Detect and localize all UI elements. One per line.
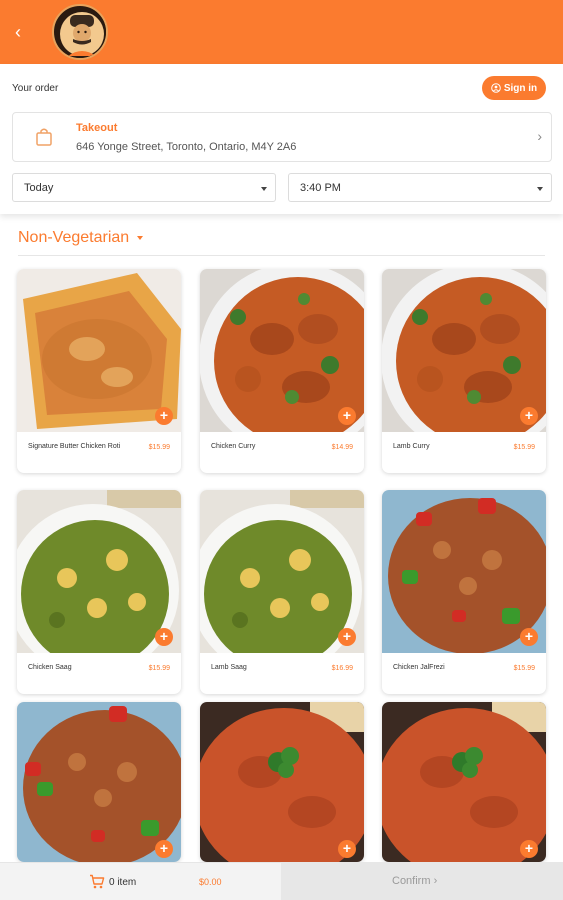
add-icon[interactable]: + bbox=[338, 840, 356, 858]
cart-total: $0.00 bbox=[199, 877, 222, 887]
food-image[interactable] bbox=[17, 490, 181, 653]
chevron-right-icon: › bbox=[433, 875, 438, 887]
food-image[interactable] bbox=[200, 269, 364, 432]
add-icon[interactable]: + bbox=[155, 840, 173, 858]
food-image[interactable] bbox=[382, 490, 546, 653]
caret-down-icon bbox=[537, 187, 543, 191]
add-icon[interactable]: + bbox=[520, 628, 538, 646]
your-order-title: Your order bbox=[12, 83, 59, 94]
chef-logo-icon[interactable] bbox=[52, 4, 108, 60]
add-icon[interactable]: + bbox=[155, 628, 173, 646]
menu-item-card[interactable]: + bbox=[17, 702, 181, 862]
add-icon[interactable]: + bbox=[338, 628, 356, 646]
caret-down-icon bbox=[137, 236, 144, 240]
chevron-right-icon: › bbox=[537, 128, 542, 144]
menu-item-price: $15.99 bbox=[513, 665, 535, 672]
day-select[interactable]: Today bbox=[12, 173, 276, 202]
menu-item-card[interactable]: + bbox=[200, 702, 364, 862]
confirm-label: Confirm bbox=[392, 875, 431, 887]
sign-in-button[interactable]: Sign in bbox=[482, 76, 546, 100]
add-icon[interactable]: + bbox=[520, 840, 538, 858]
menu-item-card[interactable]: + Chicken JalFrezi $15.99 bbox=[382, 490, 546, 694]
menu-item-card[interactable]: + bbox=[382, 702, 546, 862]
time-select[interactable]: 3:40 PM bbox=[288, 173, 552, 202]
menu-item-card[interactable]: + Chicken Curry $14.99 bbox=[200, 269, 364, 473]
menu-item-price: $14.99 bbox=[331, 444, 353, 451]
shopping-bag-icon bbox=[36, 128, 52, 146]
menu-item-price: $15.99 bbox=[513, 444, 535, 451]
sign-in-label: Sign in bbox=[503, 82, 538, 94]
food-image[interactable] bbox=[382, 269, 546, 432]
menu-item-card[interactable]: + Chicken Saag $15.99 bbox=[17, 490, 181, 694]
chevron-left-icon[interactable]: ‹ bbox=[8, 20, 28, 44]
add-icon[interactable]: + bbox=[338, 407, 356, 425]
order-panel: Your order Sign in Takeout 646 Yonge Str… bbox=[0, 64, 563, 214]
order-method: Takeout bbox=[76, 122, 118, 134]
caret-down-icon bbox=[261, 187, 267, 191]
time-value: 3:40 PM bbox=[300, 182, 341, 194]
food-image[interactable] bbox=[17, 702, 181, 862]
menu-item-price: $16.99 bbox=[331, 665, 353, 672]
menu-item-price: $15.99 bbox=[148, 665, 170, 672]
confirm-button[interactable]: Confirm › bbox=[281, 862, 563, 900]
menu-item-name: Lamb Curry bbox=[393, 443, 430, 450]
cart-summary[interactable]: 0 item $0.00 bbox=[0, 862, 281, 900]
category-dropdown[interactable]: Non-Vegetarian bbox=[18, 229, 144, 247]
food-image[interactable] bbox=[17, 269, 181, 432]
cart-icon bbox=[90, 874, 105, 889]
menu-item-name: Chicken Curry bbox=[211, 443, 256, 450]
divider bbox=[18, 255, 545, 256]
user-circle-icon bbox=[491, 83, 501, 93]
menu-item-name: Signature Butter Chicken Roti bbox=[28, 443, 121, 450]
takeout-selector[interactable]: Takeout 646 Yonge Street, Toronto, Ontar… bbox=[12, 112, 552, 162]
food-image[interactable] bbox=[200, 702, 364, 862]
menu-item-card[interactable]: + Lamb Curry $15.99 bbox=[382, 269, 546, 473]
bottom-bar: 0 item $0.00 Confirm › bbox=[0, 862, 563, 900]
menu-item-card[interactable]: + Lamb Saag $16.99 bbox=[200, 490, 364, 694]
add-icon[interactable]: + bbox=[520, 407, 538, 425]
category-label: Non-Vegetarian bbox=[18, 229, 130, 246]
add-icon[interactable]: + bbox=[155, 407, 173, 425]
pickup-address: 646 Yonge Street, Toronto, Ontario, M4Y … bbox=[76, 141, 297, 153]
food-image[interactable] bbox=[200, 490, 364, 653]
day-value: Today bbox=[24, 182, 54, 194]
menu-item-card[interactable]: + Signature Butter Chicken Roti $15.99 bbox=[17, 269, 181, 473]
food-image[interactable] bbox=[382, 702, 546, 862]
cart-count: 0 item bbox=[109, 877, 137, 888]
top-bar: ‹ bbox=[0, 0, 563, 64]
menu-item-name: Chicken Saag bbox=[28, 664, 72, 671]
menu-item-name: Chicken JalFrezi bbox=[393, 664, 445, 671]
menu-item-name: Lamb Saag bbox=[211, 664, 247, 671]
menu-item-price: $15.99 bbox=[148, 444, 170, 451]
